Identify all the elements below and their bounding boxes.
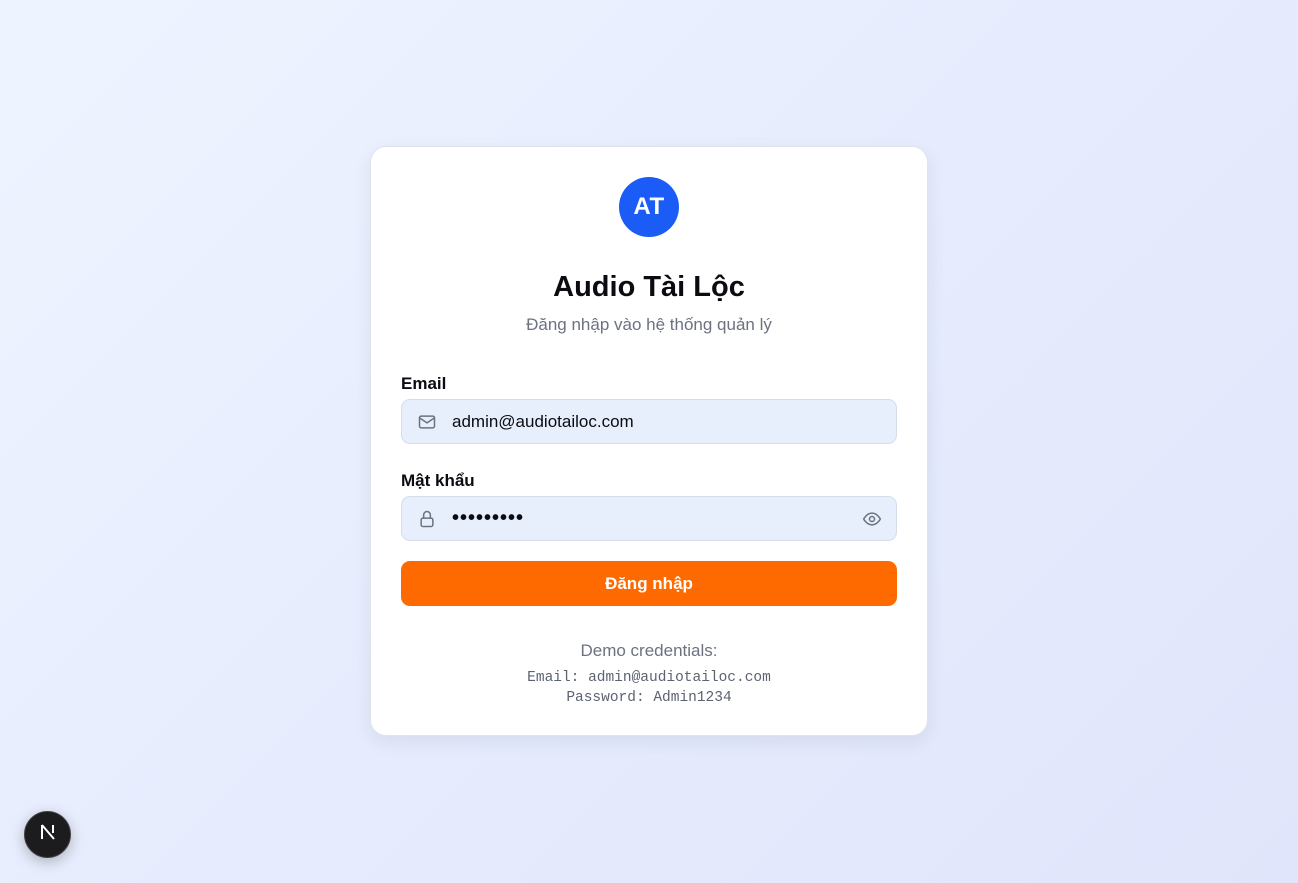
login-button-label: Đăng nhập [605, 573, 693, 593]
email-field[interactable]: admin@audiotailoc.com [401, 399, 897, 444]
demo-password-line: Password: Admin1234 [566, 690, 732, 706]
avatar-initials: AT [633, 193, 665, 220]
demo-credentials-title: Demo credentials: [580, 641, 718, 660]
login-button[interactable]: Đăng nhập [401, 561, 897, 606]
nextjs-n-icon [38, 822, 58, 847]
email-label: Email [401, 374, 447, 393]
demo-email-line: Email: admin@audiotailoc.com [527, 670, 771, 686]
password-input[interactable]: ••••••••• [452, 507, 860, 530]
password-label: Mật khẩu [401, 471, 475, 490]
page-subtitle: Đăng nhập vào hệ thống quản lý [526, 315, 772, 334]
lock-icon [416, 508, 438, 530]
password-field[interactable]: ••••••••• [401, 496, 897, 541]
nextjs-dev-badge[interactable] [24, 811, 71, 858]
email-input[interactable]: admin@audiotailoc.com [452, 412, 896, 432]
eye-icon[interactable] [860, 507, 884, 531]
brand-avatar: AT [619, 177, 679, 237]
mail-icon [416, 411, 438, 433]
login-card: AT Audio Tài Lộc Đăng nhập vào hệ thống … [370, 146, 928, 736]
page-title: Audio Tài Lộc [553, 271, 745, 303]
